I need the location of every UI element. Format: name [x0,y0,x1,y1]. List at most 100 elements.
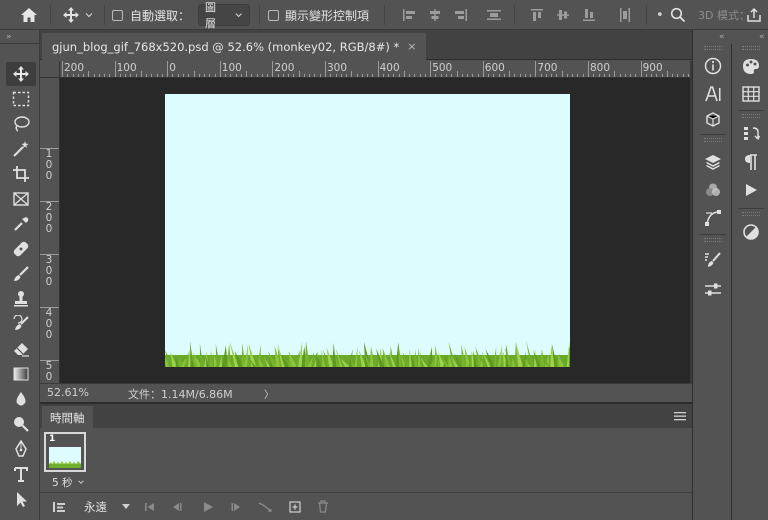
auto-select-label: 自動選取： [130,8,191,23]
panel-menu-icon[interactable] [674,410,686,424]
3d-icon[interactable] [696,108,730,132]
collapse-panels-icon[interactable]: « [719,30,725,44]
ruler-tick [62,61,63,77]
character-icon[interactable] [696,82,730,106]
distribute-icon[interactable] [486,0,504,30]
ruler-minor-tick [382,74,384,77]
ruler-minor-tick [440,74,442,77]
share-icon[interactable] [746,0,764,30]
auto-select-checkbox[interactable] [112,0,123,30]
actions-icon[interactable] [734,178,768,202]
show-transform-checkbox[interactable] [268,0,279,30]
marquee-icon[interactable] [6,87,36,111]
play-icon[interactable] [202,493,214,520]
eyedropper-icon[interactable] [6,212,36,236]
panel-grip[interactable] [704,138,722,142]
frame-thumbnail[interactable]: 1 [44,432,86,472]
first-frame-icon[interactable] [144,493,156,520]
more-options-icon[interactable]: • [656,0,664,30]
delete-frame-icon[interactable] [317,493,329,520]
brush-icon[interactable] [6,262,36,286]
animation-frame[interactable]: 1 5 秒 [44,432,86,490]
move-icon[interactable] [6,62,36,86]
channels-icon[interactable] [696,178,730,202]
dodge-icon[interactable] [6,412,36,436]
status-menu-icon[interactable]: 〉 [264,386,274,401]
frame-delay-dropdown[interactable]: 5 秒 [52,475,85,490]
zoom-level[interactable]: 52.61% [47,386,89,399]
search-icon[interactable] [670,0,688,30]
previous-frame-icon[interactable] [171,493,183,520]
artboard[interactable] [165,94,570,367]
convert-timeline-icon[interactable] [52,493,66,520]
align-left-icon[interactable] [402,0,418,30]
paragraph-icon[interactable] [734,150,768,174]
magic-wand-icon[interactable] [6,137,36,161]
paragraph-styles-icon[interactable] [734,122,768,146]
close-icon[interactable]: × [407,40,416,53]
healing-icon[interactable] [6,237,36,261]
adjustments-icon[interactable] [734,220,768,244]
canvas-workspace[interactable] [60,78,690,383]
ruler-minor-tick [672,74,674,77]
loop-dropdown-icon[interactable] [122,493,130,520]
move-tool-preset-icon[interactable] [62,0,98,30]
align-center-h-icon[interactable] [428,0,444,30]
path-select-icon[interactable] [6,487,36,511]
paths-icon[interactable] [696,206,730,230]
home-icon[interactable] [20,0,42,30]
ruler-minor-tick [461,74,463,77]
ruler-minor-tick [72,74,74,77]
loop-option-value[interactable]: 永遠 [84,493,107,520]
swatches-icon[interactable] [734,82,768,106]
align-right-icon[interactable] [454,0,470,30]
align-top-icon[interactable] [530,0,546,30]
auto-select-target-dropdown[interactable]: 圖層 [198,1,250,30]
align-bottom-icon[interactable] [582,0,598,30]
ruler-minor-tick [372,74,374,77]
type-icon[interactable] [6,462,36,486]
ruler-minor-tick [603,74,605,77]
ruler-origin[interactable] [40,61,60,78]
ruler-minor-tick [130,74,132,77]
separator [104,5,105,25]
crop-icon[interactable] [6,162,36,186]
tools-collapse-icon[interactable]: » [0,30,39,44]
ruler-minor-tick [456,71,458,77]
duplicate-frame-icon[interactable] [289,493,301,520]
panel-grip[interactable] [704,238,722,242]
ruler-minor-tick [309,74,311,77]
panel-grip[interactable] [742,114,760,118]
ruler-tick [167,61,169,77]
align-middle-icon[interactable] [556,0,572,30]
lasso-icon[interactable] [6,112,36,136]
collapse-panels-icon[interactable]: « [759,30,765,44]
ruler-tick [114,61,116,77]
timeline-tab[interactable]: 時間軸 [42,406,93,430]
ruler-minor-tick [514,74,516,77]
brushes-icon[interactable] [696,248,730,272]
distribute-v-icon[interactable] [618,0,634,30]
properties-icon[interactable] [696,278,730,302]
panel-grip[interactable] [742,212,760,216]
pen-icon[interactable] [6,437,36,461]
ruler-label: 200 [64,62,85,74]
next-frame-icon[interactable] [230,493,242,520]
ruler-minor-tick [551,74,553,77]
document-tab[interactable]: gjun_blog_gif_768x520.psd @ 52.6% (monke… [42,33,427,60]
color-icon[interactable] [734,54,768,78]
stamp-icon[interactable] [6,287,36,311]
ruler-minor-tick [614,71,616,77]
gradient-icon[interactable] [6,362,36,386]
info-icon[interactable] [696,54,730,78]
panel-separator [738,208,764,209]
panel-grip[interactable] [742,46,760,50]
eraser-icon[interactable] [6,337,36,361]
history-brush-icon[interactable] [6,312,36,336]
tween-icon[interactable] [258,493,272,520]
panel-grip[interactable] [704,46,722,50]
blur-icon[interactable] [6,387,36,411]
frame-icon[interactable] [6,187,36,211]
layers-icon[interactable] [696,150,730,174]
ruler-minor-tick [435,74,437,77]
